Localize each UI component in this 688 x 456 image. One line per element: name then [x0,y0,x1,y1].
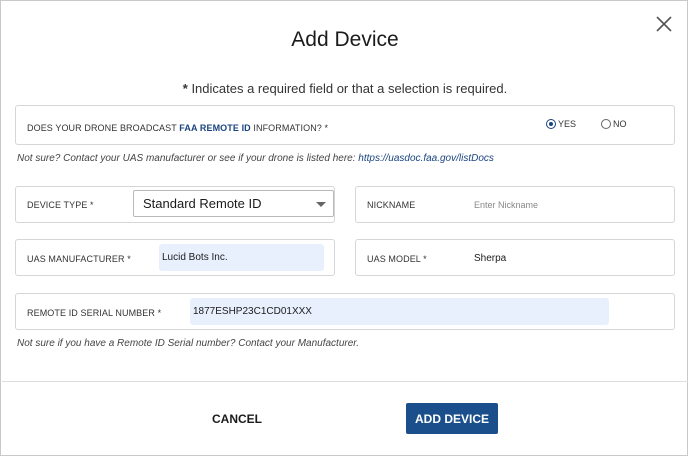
radio-yes[interactable]: YES [546,119,576,129]
uas-model-label: UAS MODEL * [367,254,427,264]
remote-id-question-label: DOES YOUR DRONE BROADCAST FAA REMOTE ID … [27,123,328,133]
remote-id-hint-text: Not sure? Contact your UAS manufacturer … [17,153,359,164]
serial-number-input[interactable]: 1877ESHP23C1CD01XXX [190,298,609,325]
footer-divider [2,381,688,382]
cancel-button[interactable]: CANCEL [204,404,270,434]
chevron-down-icon [316,202,326,207]
remote-id-label-prefix: DOES YOUR DRONE BROADCAST [27,123,180,133]
remote-id-hint: Not sure? Contact your UAS manufacturer … [17,153,494,164]
device-type-select[interactable]: Standard Remote ID [133,190,334,217]
add-device-button[interactable]: ADD DEVICE [406,403,498,434]
required-note-text: Indicates a required field or that a sel… [187,81,508,96]
radio-no-label: NO [613,119,627,129]
nickname-input[interactable]: Enter Nickname [471,194,661,215]
radio-no[interactable]: NO [601,119,627,129]
remote-id-label-suffix: INFORMATION? * [250,123,329,133]
add-device-dialog: Add Device * Indicates a required field … [0,0,688,456]
faa-list-docs-link[interactable]: https://uasdoc.faa.gov/listDocs [358,153,494,164]
serial-number-label: REMOTE ID SERIAL NUMBER * [27,308,162,318]
dialog-title: Add Device [291,28,399,51]
device-type-selected: Standard Remote ID [143,196,262,211]
uas-manufacturer-input[interactable]: Lucid Bots Inc. [159,244,324,271]
device-type-label: DEVICE TYPE * [27,200,94,210]
required-field-note: * Indicates a required field or that a s… [1,81,688,96]
radio-no-indicator [601,119,611,129]
radio-yes-label: YES [558,119,577,129]
nickname-label: NICKNAME [367,200,416,210]
uas-model-input[interactable]: Sherpa [471,248,661,269]
serial-number-hint: Not sure if you have a Remote ID Serial … [17,338,360,349]
radio-yes-indicator [546,119,556,129]
uas-manufacturer-label: UAS MANUFACTURER * [27,254,131,264]
faa-remote-id-text: FAA REMOTE ID [179,123,251,133]
